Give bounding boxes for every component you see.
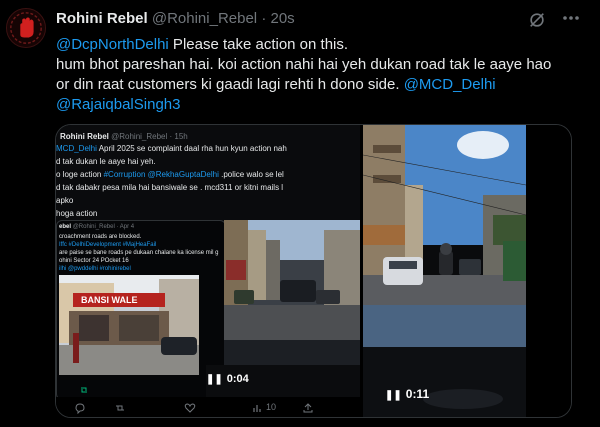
inner-line1: croachment roads are blocked. [59,234,142,240]
mention-mcd-delhi[interactable]: @MCD_Delhi [404,76,496,93]
video-1[interactable]: Rohini Rebel @Rohini_Rebel · 15h MCD_Del… [56,125,360,417]
quoted-line2: d tak dukan le aaye hai yeh. [56,157,156,166]
mention-dcpnorthdelhi[interactable]: @DcpNorthDelhi [56,36,169,53]
quoted-time: · 15h [169,132,188,141]
inner-line3: are paise se bane roads pe dukaan chalan… [59,250,219,256]
shop-sign: BANSI WALE [81,295,138,305]
pause-icon[interactable]: ❚❚ [206,374,223,385]
more-icon[interactable] [556,8,586,28]
street-scene-2 [363,125,526,417]
quoted-handle: @Rohini_Rebel [111,132,168,141]
quoted-line1: April 2025 se complaint daal rha hun kyu… [96,144,287,153]
quoted-author: Rohini Rebel [60,132,109,141]
inner-line5: ilhi @pwddelhi #rohinirebel [59,266,131,272]
repost-icon [81,387,87,393]
separator: · [261,10,267,27]
inner-line4: ohini Sector 24 POcket 16 [59,258,129,264]
author-handle[interactable]: @Rohini_Rebel [152,10,257,27]
tweet-text: @DcpNorthDelhi Please take action on thi… [56,35,596,115]
grok-icon[interactable] [528,11,546,29]
inner-author: ebel [59,224,72,230]
quoted-line6: hoga action [56,209,98,218]
tweet-line2: hum bhot pareshan hai. koi action nahi h… [56,56,552,73]
inner-handle: @Rohini_Rebel · Apr 4 [72,224,135,230]
views-count: 10 [266,402,277,412]
quoted-line3c: .police walo se lel [218,170,284,179]
pause-icon[interactable]: ❚❚ [385,390,402,401]
timestamp[interactable]: 20s [270,10,294,27]
media-grid: Rohini Rebel @Rohini_Rebel · 15h MCD_Del… [55,124,572,418]
inner-line2: Iffc #DelhiDevelopment #MajHeaFail [59,242,157,248]
quoted-line3a: o loge action [56,170,104,179]
inner-metrics [61,384,221,396]
avatar[interactable] [6,8,46,48]
video2-duration: 0:11 [405,387,430,401]
video1-duration: 0:04 [226,373,249,385]
tweet-line3: or din raat customers ki gaadi lagi reht… [56,76,404,93]
mention-rajaiqbalsingh3[interactable]: @RajaiqbalSingh3 [56,96,180,113]
quoted-line5: apko [56,196,74,205]
tweet-header: Rohini Rebel @Rohini_Rebel · 20s [56,10,600,32]
share-icon[interactable] [302,402,314,414]
inner-tweet-card: ebel @Rohini_Rebel · Apr 4 croachment ro… [56,220,226,400]
reply-icon[interactable] [74,402,86,414]
views-icon[interactable] [252,402,264,414]
author-name[interactable]: Rohini Rebel [56,10,148,27]
repost-icon[interactable] [114,402,126,414]
tweet-line1: Please take action on this. [168,36,349,53]
shop-photo: BANSI WALE [59,275,199,375]
quoted-actions: 10 [56,397,360,417]
video2-timestamp: ❚❚ 0:11 [385,387,429,401]
video-2[interactable]: ❚❚ 0:11 [363,125,571,417]
quoted-hashtags: #Corruption @RekhaGuptaDelhi [103,170,219,179]
like-icon[interactable] [184,402,196,414]
quoted-line4: d tak dabakr pesa mila hai bansiwale se … [56,183,284,192]
video1-timestamp: ❚❚ 0:04 [206,373,249,385]
quoted-mention: MCD_Delhi [56,144,97,153]
